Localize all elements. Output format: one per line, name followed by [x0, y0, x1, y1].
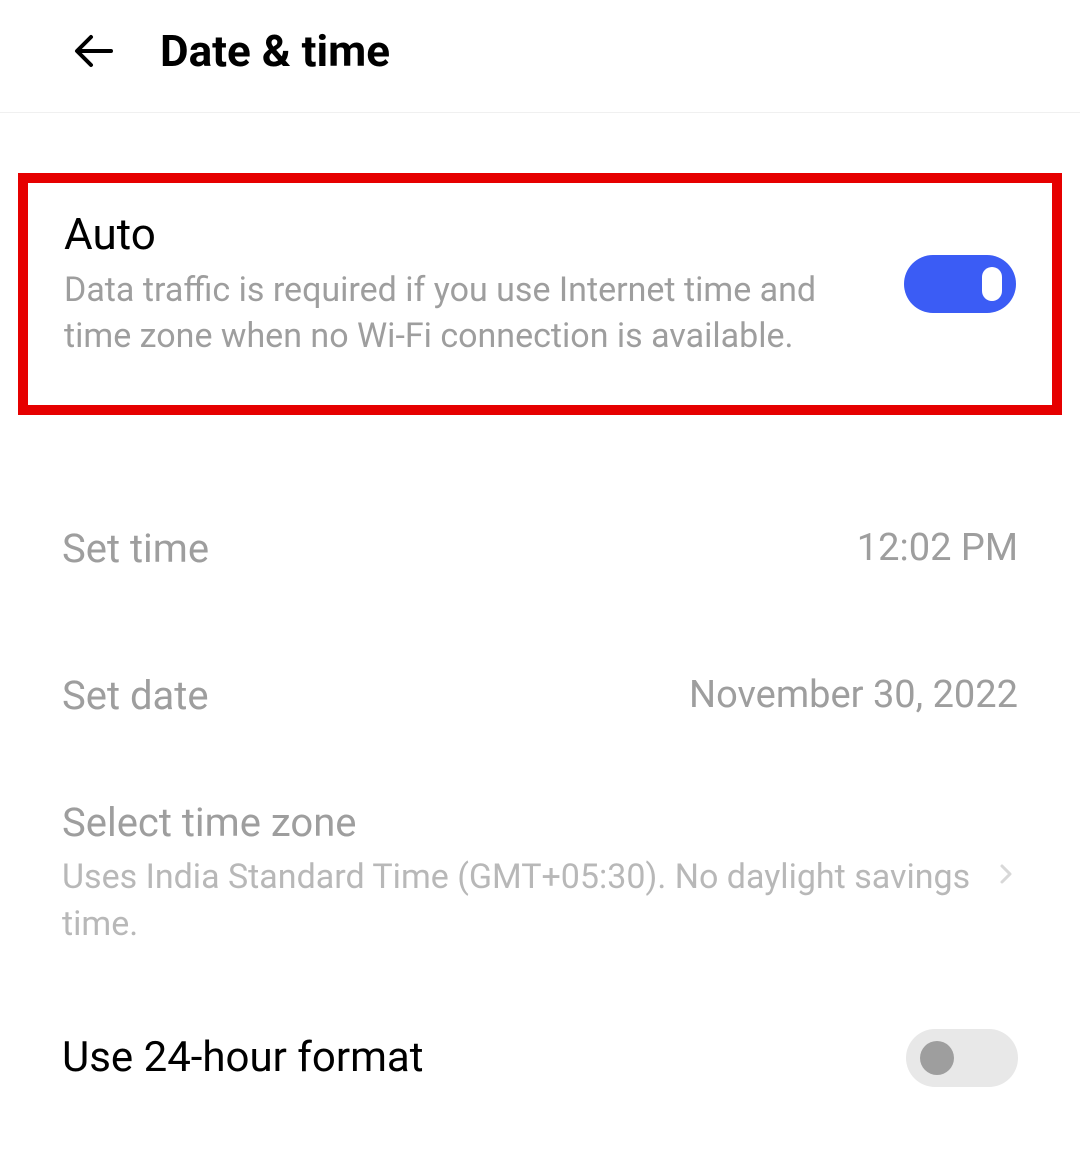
back-button[interactable]	[70, 26, 120, 76]
use-24-hour-toggle[interactable]	[906, 1029, 1018, 1087]
auto-setting-text: Auto Data traffic is required if you use…	[64, 208, 904, 360]
set-time-row[interactable]: Set time 12:02 PM	[0, 475, 1080, 622]
set-date-value: November 30, 2022	[689, 673, 1018, 717]
page-title: Date & time	[160, 25, 390, 77]
toggle-knob-icon	[920, 1041, 954, 1075]
chevron-right-icon	[994, 862, 1018, 886]
spacer	[0, 415, 1080, 475]
set-time-value: 12:02 PM	[857, 526, 1018, 570]
timezone-title: Select time zone	[62, 799, 974, 846]
header: Date & time	[0, 0, 1080, 113]
arrow-left-icon	[71, 27, 119, 75]
content: Auto Data traffic is required if you use…	[0, 173, 1080, 1127]
use-24-hour-row[interactable]: Use 24-hour format	[0, 989, 1080, 1127]
timezone-description: Uses India Standard Time (GMT+05:30). No…	[62, 854, 974, 949]
auto-setting-highlighted: Auto Data traffic is required if you use…	[18, 173, 1062, 415]
timezone-text: Select time zone Uses India Standard Tim…	[62, 799, 994, 949]
auto-title: Auto	[64, 208, 884, 260]
auto-description: Data traffic is required if you use Inte…	[64, 268, 884, 360]
set-date-label: Set date	[62, 672, 209, 719]
use-24-hour-label: Use 24-hour format	[62, 1033, 424, 1082]
auto-setting-row[interactable]: Auto Data traffic is required if you use…	[64, 208, 1016, 360]
set-date-row[interactable]: Set date November 30, 2022	[0, 622, 1080, 769]
set-time-label: Set time	[62, 525, 209, 572]
toggle-knob-icon	[982, 267, 1002, 301]
auto-toggle[interactable]	[904, 255, 1016, 313]
select-timezone-row[interactable]: Select time zone Uses India Standard Tim…	[0, 769, 1080, 989]
